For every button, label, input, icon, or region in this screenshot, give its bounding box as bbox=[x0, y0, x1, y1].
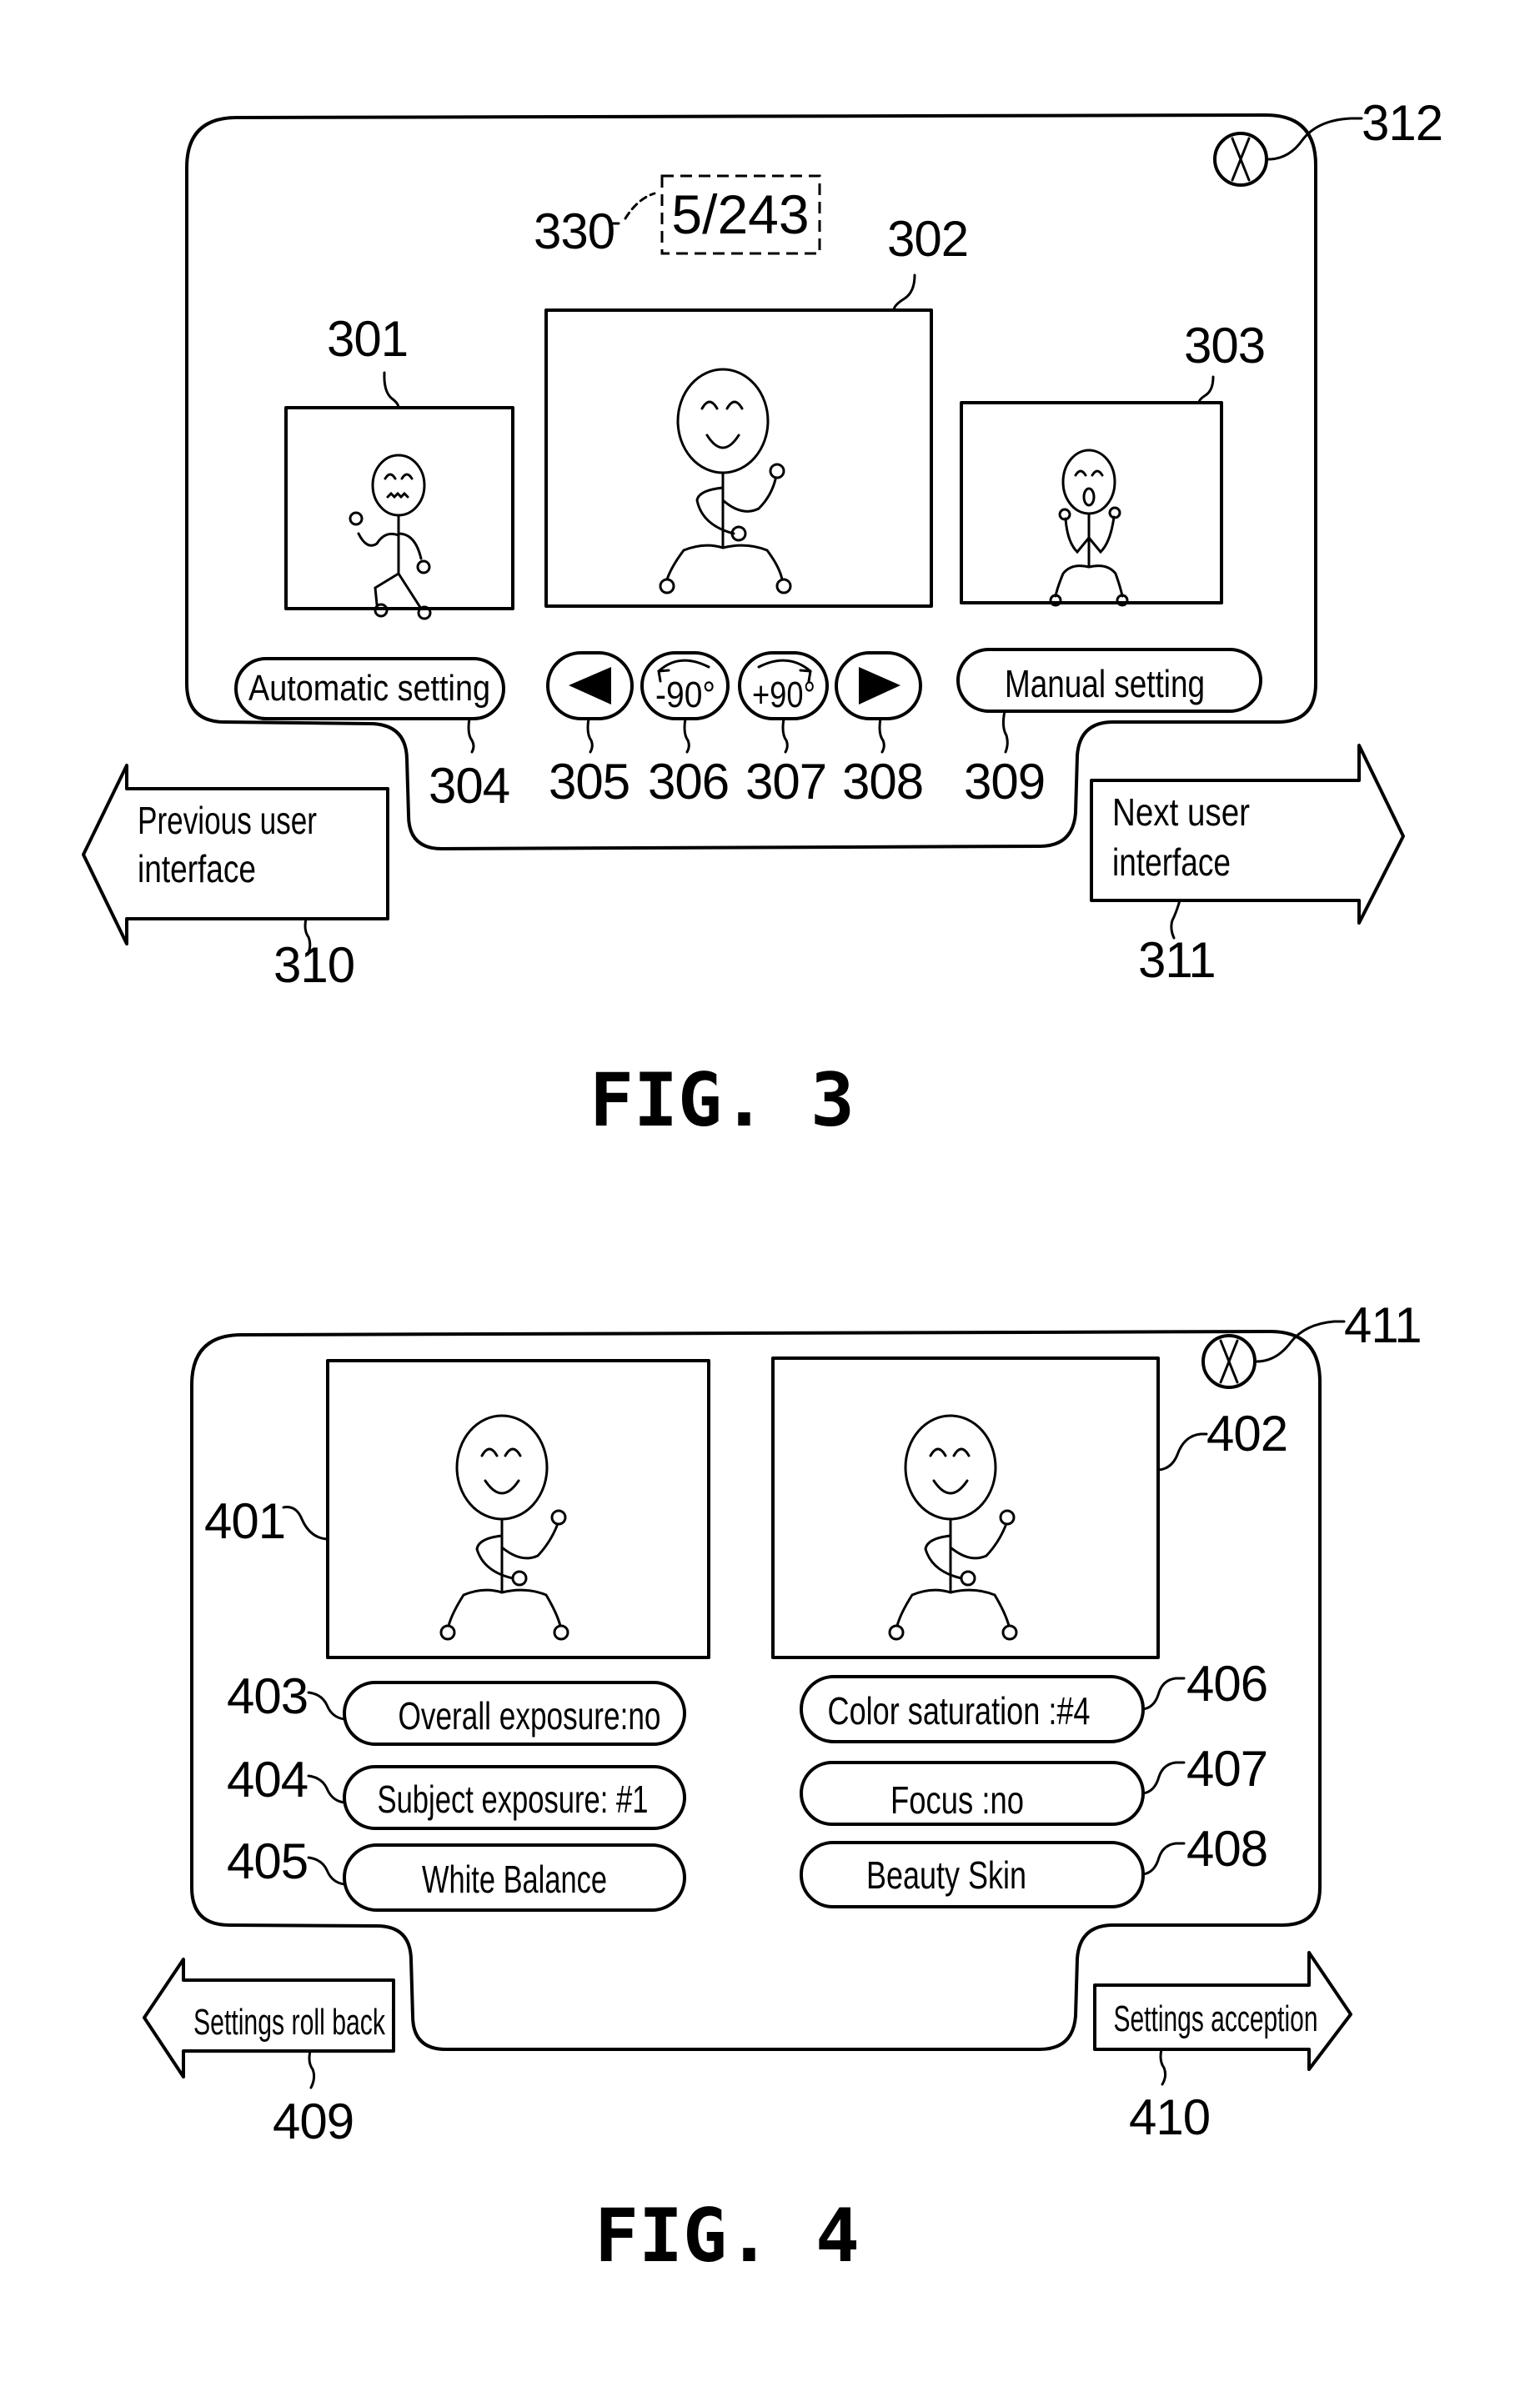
beauty-skin-button[interactable]: Beauty Skin bbox=[800, 1841, 1145, 1908]
fig4-ui-frame bbox=[190, 1330, 1322, 2051]
leader-330 bbox=[611, 192, 656, 225]
ref-308: 308 bbox=[842, 754, 923, 810]
leader-409 bbox=[308, 2049, 316, 2089]
ref-405: 405 bbox=[227, 1833, 308, 1889]
ref-304: 304 bbox=[429, 758, 509, 814]
leader-303 bbox=[1197, 375, 1215, 404]
leader-411 bbox=[1253, 1320, 1346, 1363]
overall-exposure-label: Overall exposure:no bbox=[399, 1694, 661, 1738]
leader-302 bbox=[892, 273, 916, 312]
settings-accept-button[interactable]: Settings acception bbox=[1093, 1951, 1352, 2071]
thumbnail-previous[interactable] bbox=[284, 406, 514, 610]
rotate-plus-90-label: +90° bbox=[752, 674, 815, 715]
fig3-caption: FIG. 3 bbox=[589, 1057, 855, 1143]
figure-4: 411 401 402 Overall exposure:no Subject … bbox=[143, 1297, 1422, 2279]
automatic-setting-button[interactable]: Automatic setting bbox=[234, 657, 505, 720]
manual-setting-label: Manual setting bbox=[1005, 662, 1205, 705]
focus-button[interactable]: Focus :no bbox=[800, 1761, 1145, 1826]
ref-401: 401 bbox=[204, 1493, 285, 1549]
ref-403: 403 bbox=[227, 1668, 308, 1724]
ref-411: 411 bbox=[1344, 1297, 1422, 1353]
ref-410: 410 bbox=[1129, 2089, 1210, 2145]
ref-310: 310 bbox=[273, 937, 354, 993]
next-user-interface-button[interactable]: Next user interface bbox=[1090, 744, 1405, 925]
subject-exposure-button[interactable]: Subject exposure: #1 bbox=[343, 1765, 686, 1830]
previous-image-button[interactable] bbox=[546, 651, 634, 720]
figure-3: 312 5/243 330 301 302 303 Automatic sett… bbox=[82, 95, 1443, 1143]
control-ref-labels: 304 305 306 307 308 309 bbox=[429, 710, 1046, 814]
ref-312: 312 bbox=[1362, 95, 1442, 151]
beauty-skin-label: Beauty Skin bbox=[866, 1853, 1026, 1897]
ref-404: 404 bbox=[227, 1752, 308, 1808]
ref-406: 406 bbox=[1186, 1656, 1267, 1712]
next-image-button[interactable] bbox=[835, 651, 922, 720]
ref-330: 330 bbox=[534, 203, 614, 259]
fig3-close-button[interactable] bbox=[1213, 132, 1268, 187]
leader-401 bbox=[282, 1506, 329, 1541]
overall-exposure-button[interactable]: Overall exposure:no bbox=[343, 1681, 686, 1746]
ref-402: 402 bbox=[1206, 1406, 1287, 1462]
focus-label: Focus :no bbox=[890, 1778, 1024, 1822]
rotate-plus-90-button[interactable]: +90° bbox=[738, 651, 829, 720]
ref-407: 407 bbox=[1186, 1741, 1267, 1797]
stick-figure-smiling bbox=[439, 1414, 569, 1641]
settings-accept-label: Settings acception bbox=[1114, 1998, 1318, 2039]
leader-402 bbox=[1156, 1432, 1208, 1472]
stick-figure-smiling bbox=[659, 368, 792, 594]
ref-408: 408 bbox=[1186, 1821, 1267, 1877]
rotate-minus-90-button[interactable]: -90° bbox=[640, 651, 730, 720]
image-counter: 5/243 bbox=[671, 183, 809, 245]
white-balance-label: White Balance bbox=[422, 1858, 607, 1901]
ref-301: 301 bbox=[327, 311, 408, 367]
ref-302: 302 bbox=[887, 211, 968, 267]
settings-rollback-button[interactable]: Settings roll back bbox=[143, 1958, 395, 2079]
next-ui-label-line2: interface bbox=[1112, 840, 1231, 884]
preview-after bbox=[771, 1356, 1160, 1659]
color-saturation-button[interactable]: Color saturation :#4 bbox=[800, 1675, 1145, 1743]
ref-306: 306 bbox=[648, 754, 729, 810]
previous-ui-label-line2: interface bbox=[138, 847, 256, 890]
thumbnail-current[interactable] bbox=[544, 308, 933, 608]
stick-figure-smiling bbox=[888, 1414, 1018, 1641]
white-balance-button[interactable]: White Balance bbox=[343, 1843, 686, 1912]
leader-410 bbox=[1159, 2048, 1167, 2086]
next-ui-label-line1: Next user bbox=[1112, 790, 1250, 834]
arrow-right-icon bbox=[1090, 744, 1405, 925]
color-saturation-label: Color saturation :#4 bbox=[828, 1689, 1091, 1733]
rotate-minus-90-label: -90° bbox=[655, 674, 715, 715]
triangle-right-icon bbox=[859, 667, 900, 705]
preview-before bbox=[326, 1359, 710, 1659]
subject-exposure-label: Subject exposure: #1 bbox=[378, 1778, 649, 1821]
stick-figure-worried bbox=[349, 454, 432, 620]
automatic-setting-label: Automatic setting bbox=[248, 668, 490, 709]
fig4-caption: FIG. 4 bbox=[594, 2193, 860, 2279]
ref-311: 311 bbox=[1138, 932, 1216, 988]
settings-rollback-label: Settings roll back bbox=[193, 2002, 386, 2043]
ref-309: 309 bbox=[964, 754, 1045, 810]
leader-301 bbox=[383, 371, 400, 409]
left-settings-ref-labels: 403 404 405 bbox=[227, 1668, 346, 1889]
fig4-close-button[interactable] bbox=[1201, 1334, 1257, 1389]
ref-305: 305 bbox=[549, 754, 630, 810]
previous-user-interface-button[interactable]: Previous user interface bbox=[82, 764, 389, 945]
ref-409: 409 bbox=[273, 2094, 354, 2149]
ref-307: 307 bbox=[745, 754, 826, 810]
right-settings-ref-labels: 406 407 408 bbox=[1141, 1656, 1268, 1877]
previous-ui-label-line1: Previous user bbox=[138, 799, 317, 842]
ref-303: 303 bbox=[1184, 318, 1265, 374]
manual-setting-button[interactable]: Manual setting bbox=[956, 648, 1262, 713]
patent-drawing-sheet: 312 5/243 330 301 302 303 Automatic sett… bbox=[82, 95, 1443, 2279]
triangle-left-icon bbox=[569, 667, 611, 705]
stick-figure-surprised bbox=[1049, 449, 1129, 607]
